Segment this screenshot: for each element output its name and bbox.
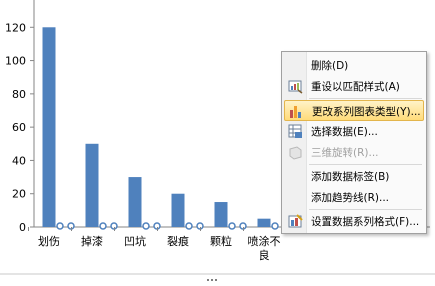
- series-selection-marker[interactable]: [185, 222, 193, 230]
- x-category-label: 颗粒: [210, 234, 232, 248]
- menu-item-label: 添加趋势线(R)...: [311, 192, 390, 204]
- menu-item-label: 设置数据系列格式(F)...: [311, 216, 420, 228]
- x-category-label-wrap: 良: [259, 248, 270, 262]
- series-selection-marker[interactable]: [228, 222, 236, 230]
- series-selection-marker[interactable]: [56, 222, 64, 230]
- menu-item-add-trendline[interactable]: 添加趋势线(R)...: [284, 187, 424, 208]
- menu-item-select-data[interactable]: 选择数据(E)...: [284, 121, 424, 142]
- menu-item-label: 重设以匹配样式(A): [311, 81, 400, 93]
- x-category-label: 裂痕: [167, 234, 189, 248]
- 3d-rotation-icon: [289, 146, 302, 160]
- y-tick-label: 40: [12, 154, 26, 167]
- y-tick-label: 60: [12, 121, 26, 134]
- menu-item-reset-style[interactable]: 重设以匹配样式(A): [284, 76, 424, 97]
- y-tick-label: 20: [12, 188, 26, 201]
- resize-handle-dots[interactable]: [206, 267, 220, 281]
- menu-separator: [309, 98, 422, 99]
- x-category-label: 凹坑: [124, 234, 146, 248]
- menu-item-label: 添加数据标签(B): [311, 171, 390, 183]
- y-tick-label: 100: [5, 55, 26, 68]
- x-category-label: 划伤: [38, 235, 60, 248]
- bar[interactable]: [257, 218, 271, 227]
- menu-item-label: 三维旋转(R)...: [311, 147, 379, 159]
- x-category-label: 喷涂不: [248, 234, 281, 248]
- series-selection-marker[interactable]: [142, 222, 150, 230]
- menu-separator: [309, 209, 422, 210]
- menu-item-format-data-series[interactable]: 设置数据系列格式(F)...: [284, 211, 424, 232]
- x-category-label: 掉漆: [81, 234, 103, 248]
- y-tick-label: 80: [12, 88, 26, 101]
- bar[interactable]: [42, 27, 56, 227]
- menu-item-delete[interactable]: 删除(D): [284, 55, 424, 76]
- menu-item-label: 删除(D): [311, 60, 349, 72]
- format-series-icon: [288, 214, 303, 228]
- menu-separator: [309, 164, 422, 165]
- series-selection-marker[interactable]: [271, 222, 279, 230]
- menu-item-label: 更改系列图表类型(Y)...: [312, 106, 421, 118]
- context-menu[interactable]: 删除(D) 重设以匹配样式(A) 更改系列图表类型(Y)... 选择数据(E).…: [281, 51, 427, 234]
- menu-item-label: 选择数据(E)...: [311, 126, 378, 138]
- chart-type-icon: [290, 106, 301, 118]
- menu-item-change-series-chart-type[interactable]: 更改系列图表类型(Y)...: [284, 100, 424, 121]
- bar[interactable]: [128, 177, 142, 227]
- y-tick-label: 0: [19, 221, 26, 234]
- bar[interactable]: [214, 202, 228, 227]
- series-selection-marker[interactable]: [99, 222, 107, 230]
- select-data-icon: [288, 124, 302, 138]
- menu-item-3d-rotation: 三维旋转(R)...: [284, 142, 424, 163]
- menu-item-add-data-labels[interactable]: 添加数据标签(B): [284, 166, 424, 187]
- y-tick-label: 120: [5, 21, 26, 34]
- bar[interactable]: [171, 193, 185, 227]
- reset-style-icon: [288, 80, 303, 94]
- bar[interactable]: [85, 143, 99, 227]
